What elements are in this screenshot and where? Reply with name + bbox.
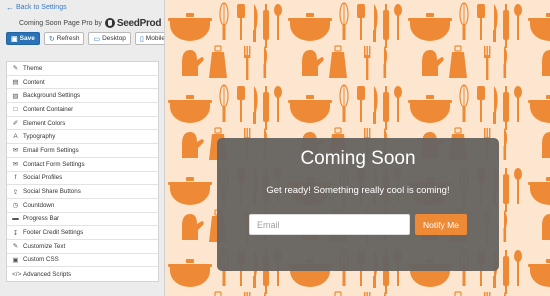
menu-label: Element Colors xyxy=(23,119,66,127)
menu-item-typography[interactable]: A Typography xyxy=(7,130,158,145)
menu-item-progress-bar[interactable]: ▬ Progress Bar xyxy=(7,213,158,227)
brush-icon: ✎ xyxy=(12,65,19,73)
document-icon: ▤ xyxy=(12,79,19,87)
menu-item-countdown[interactable]: ◷ Countdown xyxy=(7,199,158,213)
menu-label: Footer Credit Settings xyxy=(23,229,84,237)
save-label: Save xyxy=(19,35,35,42)
menu-item-background-settings[interactable]: ▨ Background Settings xyxy=(7,89,158,104)
email-input[interactable] xyxy=(249,214,410,235)
plugin-title-text: Coming Soon Page Pro by xyxy=(19,19,102,27)
back-link-label: Back to Settings xyxy=(16,4,67,11)
refresh-icon: ↻ xyxy=(48,35,55,43)
seedprod-logo-text: SeedProd xyxy=(116,17,162,29)
seedprod-logo: SeedProd xyxy=(104,17,162,29)
arrow-left-icon: ← xyxy=(6,3,14,12)
page-subtitle: Get ready! Something really cool is comi… xyxy=(266,185,450,196)
edit-icon: ✎ xyxy=(12,243,19,251)
menu-label: Social Profiles xyxy=(23,174,63,182)
code-icon: </> xyxy=(12,270,22,278)
menu-item-theme[interactable]: ✎ Theme xyxy=(7,62,158,76)
coming-soon-card: Coming Soon Get ready! Something really … xyxy=(217,138,499,271)
mobile-label: Mobile xyxy=(145,35,165,42)
paint-icon: ✐ xyxy=(12,120,19,128)
menu-label: Progress Bar xyxy=(23,215,60,223)
facebook-icon: f xyxy=(14,174,17,182)
mobile-icon: ▯ xyxy=(139,35,144,43)
square-icon: □ xyxy=(13,105,18,113)
menu-item-element-colors[interactable]: ✐ Element Colors xyxy=(7,117,158,131)
customizer-sidebar: ← Back to Settings Coming Soon Page Pro … xyxy=(0,0,165,296)
menu-item-content[interactable]: ▤ Content xyxy=(7,76,158,90)
menu-label: Theme xyxy=(23,64,43,72)
envelope-open-icon: ✉ xyxy=(12,161,19,169)
menu-label: Background Settings xyxy=(23,92,81,100)
menu-item-social-share-buttons[interactable]: ⇪ Social Share Buttons xyxy=(7,185,158,199)
save-icon: ▣ xyxy=(11,35,18,43)
desktop-button[interactable]: ▭ Desktop xyxy=(88,32,131,45)
menu-label: Countdown xyxy=(23,201,55,209)
css-icon: ▣ xyxy=(12,256,19,264)
menu-item-customize-text[interactable]: ✎ Customize Text xyxy=(7,240,158,254)
envelope-icon: ✉ xyxy=(12,147,19,155)
menu-item-advanced-scripts[interactable]: </> Advanced Scripts xyxy=(7,267,158,281)
menu-label: Custom CSS xyxy=(23,256,59,264)
menu-item-social-profiles[interactable]: f Social Profiles xyxy=(7,172,158,186)
pin-icon: ↧ xyxy=(12,229,19,237)
menu-label: Typography xyxy=(23,133,56,141)
refresh-label: Refresh xyxy=(56,35,80,42)
menu-label: Email Form Settings xyxy=(23,146,79,154)
back-to-settings-link[interactable]: ← Back to Settings xyxy=(6,3,67,12)
menu-item-content-container[interactable]: □ Content Container xyxy=(7,103,158,117)
toolbar: ▣ Save ↻ Refresh ▭ Desktop ▯ Mobile xyxy=(6,32,165,45)
menu-label: Customize Text xyxy=(23,242,66,250)
desktop-icon: ▭ xyxy=(93,35,101,43)
progress-icon: ▬ xyxy=(12,215,19,223)
menu-item-contact-form-settings[interactable]: ✉ Contact Form Settings xyxy=(7,158,158,172)
menu-item-custom-css[interactable]: ▣ Custom CSS xyxy=(7,254,158,268)
menu-label: Content xyxy=(23,78,45,86)
menu-item-footer-credit-settings[interactable]: ↧ Footer Credit Settings xyxy=(7,226,158,240)
seedprod-logo-icon xyxy=(104,18,115,28)
settings-menu: ✎ Theme ▤ Content ▨ Background Settings □ Co… xyxy=(6,61,159,282)
desktop-label: Desktop xyxy=(102,35,126,42)
menu-item-email-form-settings[interactable]: ✉ Email Form Settings xyxy=(7,144,158,158)
clock-icon: ◷ xyxy=(12,202,19,210)
plugin-title: Coming Soon Page Pro by SeedProd xyxy=(19,17,161,29)
notify-me-button[interactable]: Notify Me xyxy=(415,214,467,235)
menu-label: Contact Form Settings xyxy=(23,160,85,168)
menu-label: Advanced Scripts xyxy=(23,270,72,278)
page-title: Coming Soon xyxy=(300,148,416,169)
refresh-button[interactable]: ↻ Refresh xyxy=(43,32,85,45)
mobile-button[interactable]: ▯ Mobile xyxy=(134,32,165,45)
menu-label: Content Container xyxy=(23,105,74,113)
image-icon: ▨ xyxy=(12,92,19,100)
share-icon: ⇪ xyxy=(12,188,19,196)
save-button[interactable]: ▣ Save xyxy=(6,32,40,45)
menu-label: Social Share Buttons xyxy=(23,188,81,196)
font-icon: A xyxy=(13,133,18,141)
